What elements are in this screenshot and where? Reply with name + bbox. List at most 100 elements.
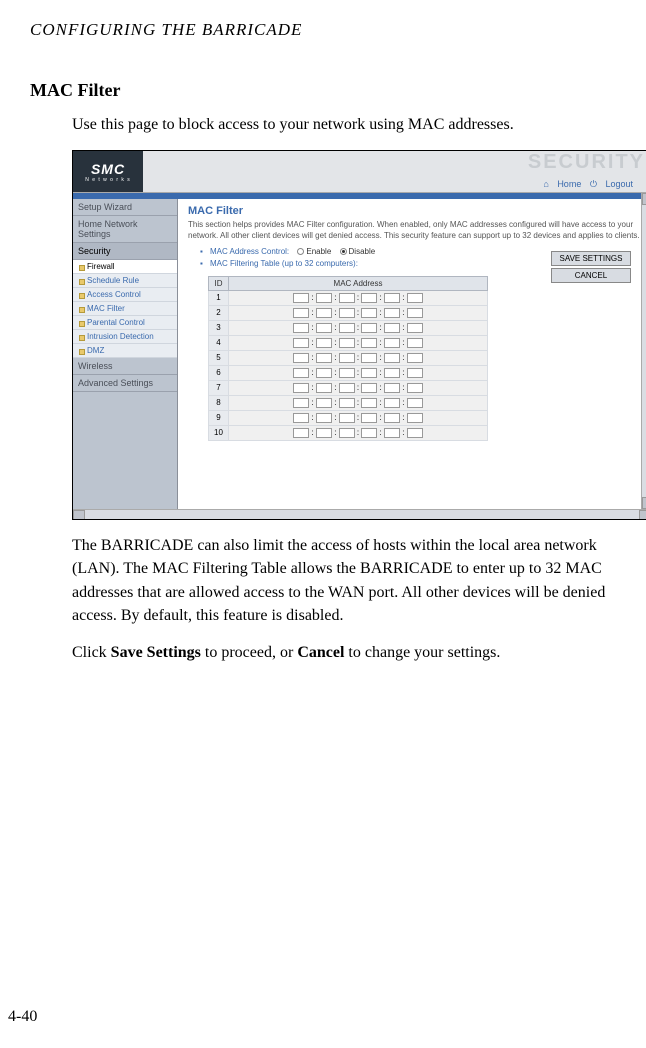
- cancel-button[interactable]: CANCEL: [551, 268, 631, 283]
- mac-octet-input[interactable]: [384, 383, 400, 393]
- mac-octet-input[interactable]: [384, 338, 400, 348]
- mac-octet-input[interactable]: [316, 353, 332, 363]
- mac-octet-input[interactable]: [339, 293, 355, 303]
- mac-octet-input[interactable]: [293, 428, 309, 438]
- mac-octet-input[interactable]: [407, 368, 423, 378]
- sidebar-setup-wizard[interactable]: Setup Wizard: [73, 199, 177, 216]
- mac-octet-input[interactable]: [316, 323, 332, 333]
- mac-octet-input[interactable]: [361, 383, 377, 393]
- home-link[interactable]: ⌂ Home: [543, 179, 581, 189]
- mac-octet-input[interactable]: [339, 428, 355, 438]
- mac-octet-input[interactable]: [384, 293, 400, 303]
- mac-octet-input[interactable]: [407, 338, 423, 348]
- mac-octet-input[interactable]: [293, 368, 309, 378]
- mac-octet-input[interactable]: [339, 308, 355, 318]
- mac-octet-input[interactable]: [384, 428, 400, 438]
- mac-octet-input[interactable]: [407, 398, 423, 408]
- mac-octet-input[interactable]: [293, 323, 309, 333]
- sidebar: Setup Wizard Home Network Settings Secur…: [73, 199, 178, 515]
- mac-octet-input[interactable]: [384, 308, 400, 318]
- mac-octet-input[interactable]: [407, 353, 423, 363]
- section-title: MAC Filter: [30, 80, 616, 101]
- sub-schedule-rule[interactable]: Schedule Rule: [73, 274, 177, 288]
- mac-octet-input[interactable]: [316, 428, 332, 438]
- table-row: 3 : : : : :: [209, 320, 488, 335]
- save-settings-button[interactable]: SAVE SETTINGS: [551, 251, 631, 266]
- mac-octet-input[interactable]: [384, 368, 400, 378]
- sub-mac-filter[interactable]: MAC Filter: [73, 302, 177, 316]
- sidebar-wireless[interactable]: Wireless: [73, 358, 177, 375]
- vertical-scrollbar[interactable]: [641, 193, 646, 509]
- sidebar-security[interactable]: Security: [73, 243, 177, 260]
- mac-octet-input[interactable]: [316, 338, 332, 348]
- logout-link[interactable]: ⏻ Logout: [590, 179, 633, 189]
- mac-octet-input[interactable]: [407, 428, 423, 438]
- mac-octet-input[interactable]: [316, 413, 332, 423]
- mac-octet-input[interactable]: [384, 323, 400, 333]
- mac-octet-input[interactable]: [407, 308, 423, 318]
- mac-octet-input[interactable]: [339, 383, 355, 393]
- intro-text: Use this page to block access to your ne…: [72, 113, 616, 136]
- mac-octet-input[interactable]: [339, 398, 355, 408]
- sub-intrusion-detection[interactable]: Intrusion Detection: [73, 330, 177, 344]
- mac-octet-input[interactable]: [407, 413, 423, 423]
- sidebar-home-network[interactable]: Home Network Settings: [73, 216, 177, 243]
- sub-dmz[interactable]: DMZ: [73, 344, 177, 358]
- running-header: CONFIGURING THE BARRICADE: [30, 20, 616, 40]
- mac-octet-input[interactable]: [293, 383, 309, 393]
- mac-octet-input[interactable]: [361, 338, 377, 348]
- mac-octet-input[interactable]: [316, 308, 332, 318]
- mac-octet-input[interactable]: [293, 308, 309, 318]
- top-nav: ⌂ Home ⏻ Logout: [143, 177, 646, 192]
- table-row: 5 : : : : :: [209, 350, 488, 365]
- radio-enable-label: Enable: [306, 247, 331, 256]
- radio-enable[interactable]: [297, 248, 304, 255]
- mac-octet-input[interactable]: [361, 308, 377, 318]
- sub-parental-control[interactable]: Parental Control: [73, 316, 177, 330]
- mac-octet-input[interactable]: [361, 398, 377, 408]
- mac-octet-input[interactable]: [293, 398, 309, 408]
- mac-octet-input[interactable]: [407, 293, 423, 303]
- row-id: 4: [209, 335, 229, 350]
- mac-octet-input[interactable]: [316, 293, 332, 303]
- radio-disable[interactable]: [340, 248, 347, 255]
- router-ui-screenshot: SMC N e t w o r k s SECURITY ⌂ Home ⏻ Lo…: [72, 150, 646, 520]
- mac-octet-input[interactable]: [339, 353, 355, 363]
- mac-octet-input[interactable]: [293, 338, 309, 348]
- para3: Click Save Settings to proceed, or Cance…: [72, 641, 616, 664]
- horizontal-scrollbar[interactable]: [73, 509, 646, 519]
- mac-octet-input[interactable]: [316, 368, 332, 378]
- mac-octet-input[interactable]: [361, 353, 377, 363]
- mac-octet-input[interactable]: [384, 413, 400, 423]
- mac-octet-input[interactable]: [361, 428, 377, 438]
- sidebar-advanced[interactable]: Advanced Settings: [73, 375, 177, 392]
- sub-access-control[interactable]: Access Control: [73, 288, 177, 302]
- mac-octet-input[interactable]: [316, 383, 332, 393]
- mac-octet-input[interactable]: [361, 413, 377, 423]
- top-bar: SMC N e t w o r k s SECURITY ⌂ Home ⏻ Lo…: [73, 151, 646, 193]
- col-id: ID: [209, 276, 229, 290]
- table-row: 10 : : : : :: [209, 425, 488, 440]
- table-row: 4 : : : : :: [209, 335, 488, 350]
- mac-octet-input[interactable]: [361, 368, 377, 378]
- mac-octet-input[interactable]: [361, 293, 377, 303]
- row-id: 10: [209, 425, 229, 440]
- mac-octet-input[interactable]: [339, 323, 355, 333]
- table-row: 2 : : : : :: [209, 305, 488, 320]
- mac-cell: : : : : :: [229, 365, 488, 380]
- mac-octet-input[interactable]: [339, 338, 355, 348]
- mac-octet-input[interactable]: [384, 398, 400, 408]
- sub-firewall[interactable]: Firewall: [73, 260, 177, 274]
- mac-octet-input[interactable]: [339, 368, 355, 378]
- mac-octet-input[interactable]: [293, 413, 309, 423]
- mac-octet-input[interactable]: [339, 413, 355, 423]
- mac-octet-input[interactable]: [293, 293, 309, 303]
- mac-table: ID MAC Address 1 : : : : : 2 : : : : : 3…: [208, 276, 488, 441]
- mac-octet-input[interactable]: [316, 398, 332, 408]
- mac-octet-input[interactable]: [293, 353, 309, 363]
- table-row: 8 : : : : :: [209, 395, 488, 410]
- mac-octet-input[interactable]: [407, 323, 423, 333]
- mac-octet-input[interactable]: [361, 323, 377, 333]
- mac-octet-input[interactable]: [384, 353, 400, 363]
- mac-octet-input[interactable]: [407, 383, 423, 393]
